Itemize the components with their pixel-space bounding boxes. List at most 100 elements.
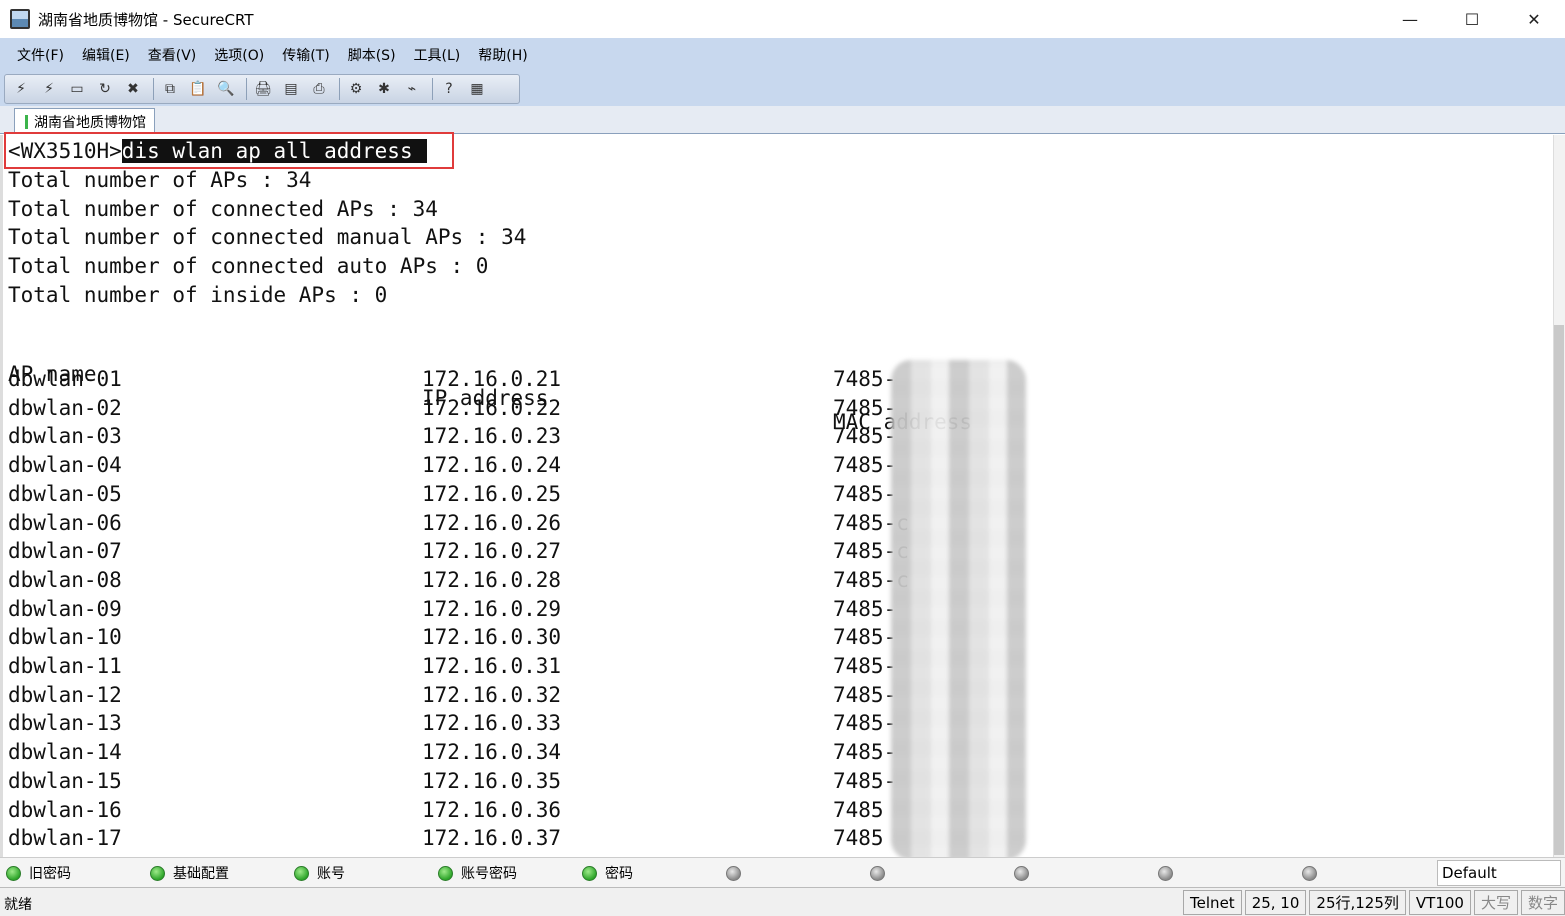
sftp-icon[interactable]: ▦ — [465, 77, 489, 101]
ap-name-cell: dbwlan-05 — [8, 481, 122, 506]
title-bar: 湖南省地质博物馆 - SecureCRT — ☐ ✕ — [0, 0, 1565, 38]
mac-address-cell: 7485- — [833, 367, 897, 391]
table-header: AP name IP address MAC address — [8, 338, 972, 434]
ap-name-cell: dbwlan-09 — [8, 596, 122, 621]
button-bar-button[interactable] — [1302, 862, 1325, 884]
button-bar-label: 基础配置 — [173, 866, 229, 882]
status-dot-icon — [294, 865, 309, 881]
print-icon[interactable]: 🖨 — [251, 77, 275, 101]
button-bar-label: 账号密码 — [461, 866, 517, 882]
menu-bar: 文件(F) 编辑(E) 查看(V) 选项(O) 传输(T) 脚本(S) 工具(L… — [0, 38, 1565, 72]
ip-address-cell: 172.16.0.26 — [422, 510, 562, 535]
ap-name-cell: dbwlan-14 — [8, 740, 122, 765]
command-highlight-box — [4, 132, 454, 169]
status-dot-icon — [6, 865, 21, 881]
status-dot-icon — [438, 865, 453, 881]
button-bar-button[interactable] — [1014, 862, 1037, 884]
ip-address-cell: 172.16.0.28 — [422, 567, 562, 592]
redacted-mac-blur — [891, 360, 1026, 857]
button-bar-label: 旧密码 — [29, 866, 71, 882]
menu-script[interactable]: 脚本(S) — [339, 45, 405, 65]
summary-line: Total number of connected auto APs : 0 — [8, 254, 489, 278]
button-bar-button[interactable]: 账号密码 — [438, 862, 517, 884]
ip-address-cell: 172.16.0.32 — [422, 682, 562, 707]
button-bar-button[interactable]: 密码 — [582, 862, 633, 884]
paste-icon[interactable]: 📋 — [186, 77, 210, 101]
connect-icon[interactable]: ⚡ — [9, 77, 33, 101]
button-bar-button[interactable] — [1158, 862, 1181, 884]
ap-name-cell: dbwlan-13 — [8, 711, 122, 736]
ip-address-cell: 172.16.0.25 — [422, 481, 562, 506]
toolbar-strip: ⚡ ⚡ ▭ ↻ ✖ ⧉ 📋 🔍 🖨 ▤ ⎙ ⚙ ✱ ⌁ ? ▦ — [4, 74, 520, 104]
ap-name-cell: dbwlan-11 — [8, 654, 122, 678]
menu-tools[interactable]: 工具(L) — [405, 45, 470, 65]
status-cursor-position: 25, 10 — [1244, 890, 1307, 915]
menu-options[interactable]: 选项(O) — [205, 45, 273, 65]
connect-tab-icon[interactable]: ▭ — [65, 77, 89, 101]
ip-address-cell: 172.16.0.34 — [422, 740, 562, 765]
ip-address-cell: 172.16.0.33 — [422, 711, 562, 736]
ap-name-cell: dbwlan-16 — [8, 797, 122, 822]
mac-address-cell: 7485- — [833, 395, 897, 420]
menu-file[interactable]: 文件(F) — [8, 45, 73, 65]
toolbar-separator — [246, 78, 247, 100]
status-dot-icon — [1158, 865, 1173, 881]
menu-edit[interactable]: 编辑(E) — [73, 45, 139, 65]
ap-name-cell: dbwlan-08 — [8, 567, 122, 592]
toolbar-separator — [432, 78, 433, 100]
ap-name-cell: dbwlan-01 — [8, 367, 122, 391]
mac-address-cell: 7485 — [833, 797, 884, 822]
button-bar-button[interactable]: 账号 — [294, 862, 345, 884]
session-tab-bar: 湖南省地质博物馆 — [0, 106, 1565, 134]
ip-address-cell: 172.16.0.36 — [422, 797, 562, 822]
ip-address-cell: 172.16.0.24 — [422, 453, 562, 478]
window-title: 湖南省地质博物馆 - SecureCRT — [38, 10, 254, 29]
status-dot-icon — [1014, 865, 1029, 881]
ap-name-cell: dbwlan-15 — [8, 768, 122, 793]
status-protocol: Telnet — [1183, 890, 1242, 915]
status-dot-icon — [150, 865, 165, 881]
button-bar-button[interactable] — [870, 862, 893, 884]
close-button[interactable]: ✕ — [1503, 0, 1565, 38]
ap-name-cell: dbwlan-17 — [8, 826, 122, 851]
button-bar: 旧密码 基础配置 账号 账号密码 密码 Default — [0, 857, 1565, 887]
summary-line: Total number of inside APs : 0 — [8, 283, 388, 307]
status-dot-icon — [870, 865, 885, 881]
button-bar-selector[interactable]: Default — [1437, 860, 1561, 886]
button-bar-button[interactable]: 基础配置 — [150, 862, 229, 884]
help-icon[interactable]: ? — [437, 77, 461, 101]
terminal-window[interactable]: <WX3510H>dis wlan ap all address Total n… — [0, 135, 1553, 857]
button-bar-button[interactable]: 旧密码 — [6, 862, 71, 884]
button-bar-button[interactable] — [726, 862, 749, 884]
toolbar-separator — [339, 78, 340, 100]
keymap-icon[interactable]: ⌁ — [400, 77, 424, 101]
global-options-icon[interactable]: ✱ — [372, 77, 396, 101]
mac-address-cell: 7485- — [833, 768, 897, 793]
disconnect-icon[interactable]: ✖ — [121, 77, 145, 101]
button-bar-label: 密码 — [605, 866, 633, 882]
mac-address-cell: 7485- — [833, 682, 897, 707]
button-bar-label: 账号 — [317, 866, 345, 882]
menu-transfer[interactable]: 传输(T) — [273, 45, 338, 65]
reconnect-icon[interactable]: ↻ — [93, 77, 117, 101]
session-options-icon[interactable]: ⚙ — [344, 77, 368, 101]
print-selection-icon[interactable]: ▤ — [279, 77, 303, 101]
securecrt-app-icon — [10, 9, 30, 29]
menu-view[interactable]: 查看(V) — [139, 45, 206, 65]
print-setup-icon[interactable]: ⎙ — [307, 77, 331, 101]
minimize-button[interactable]: — — [1379, 0, 1441, 38]
copy-icon[interactable]: ⧉ — [158, 77, 182, 101]
maximize-button[interactable]: ☐ — [1441, 0, 1503, 38]
button-bar-selector-label: Default — [1442, 864, 1497, 882]
mac-address-cell: 7485- — [833, 453, 897, 478]
session-tab[interactable]: 湖南省地质博物馆 — [14, 108, 155, 134]
terminal-scrollbar[interactable] — [1553, 135, 1565, 857]
mac-address-cell: 7485- — [833, 654, 897, 678]
scrollbar-thumb[interactable] — [1554, 325, 1564, 855]
quick-connect-icon[interactable]: ⚡ — [37, 77, 61, 101]
ip-address-cell: 172.16.0.35 — [422, 768, 562, 793]
menu-help[interactable]: 帮助(H) — [469, 45, 536, 65]
find-icon[interactable]: 🔍 — [214, 77, 238, 101]
mac-address-cell: 7485- — [833, 596, 897, 621]
ap-name-cell: dbwlan-02 — [8, 395, 122, 420]
